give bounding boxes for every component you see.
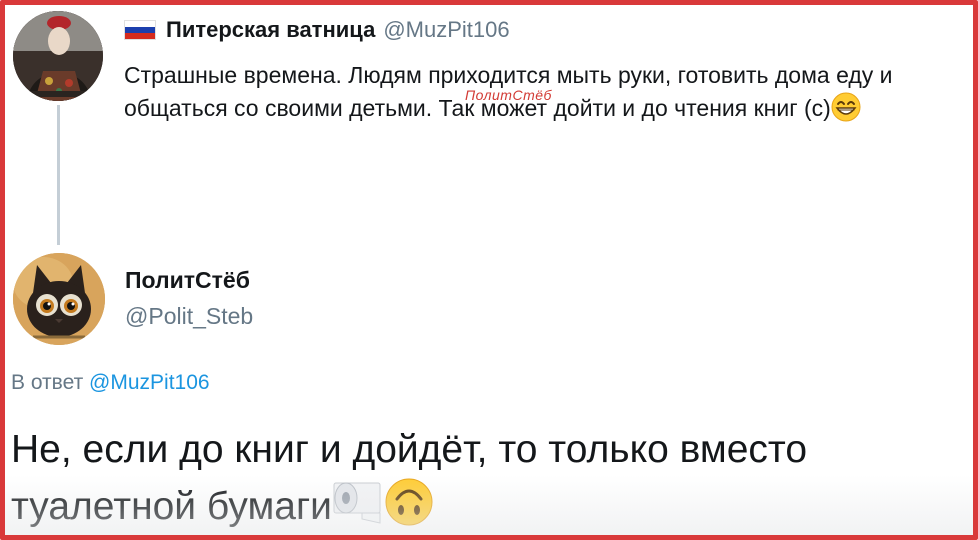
toilet-paper-icon (332, 477, 384, 535)
parent-author-name[interactable]: Питерская ватница (166, 17, 375, 42)
reply-context: В ответ @MuzPit106 (11, 371, 210, 395)
thread-connector-line (57, 105, 60, 245)
reply-author-handle[interactable]: @Polit_Steb (125, 303, 253, 330)
reply-to-handle-link[interactable]: @MuzPit106 (89, 371, 210, 394)
parent-avatar-image (13, 11, 103, 101)
cat-avatar-image (13, 253, 105, 345)
parent-author-avatar[interactable] (13, 11, 103, 101)
russian-flag-icon (124, 19, 156, 40)
screenshot-frame: Питерская ватница @MuzPit106 Страшные вре… (0, 0, 978, 540)
reply-prefix-label: В ответ (11, 371, 84, 394)
watermark-label: ПолитСтёб (465, 87, 552, 103)
flag-stripe-red (125, 32, 155, 39)
reply-author-name[interactable]: ПолитСтёб (125, 267, 250, 294)
parent-tweet-header: Питерская ватница @MuzPit106 (124, 17, 510, 45)
grinning-face-with-smiling-eyes-icon (831, 92, 861, 122)
reply-author-avatar[interactable] (13, 253, 105, 345)
reply-tweet-text: Не, если до книг и дойдёт, то только вме… (11, 423, 971, 535)
upside-down-face-icon (384, 477, 434, 535)
parent-author-handle[interactable]: @MuzPit106 (383, 17, 509, 42)
